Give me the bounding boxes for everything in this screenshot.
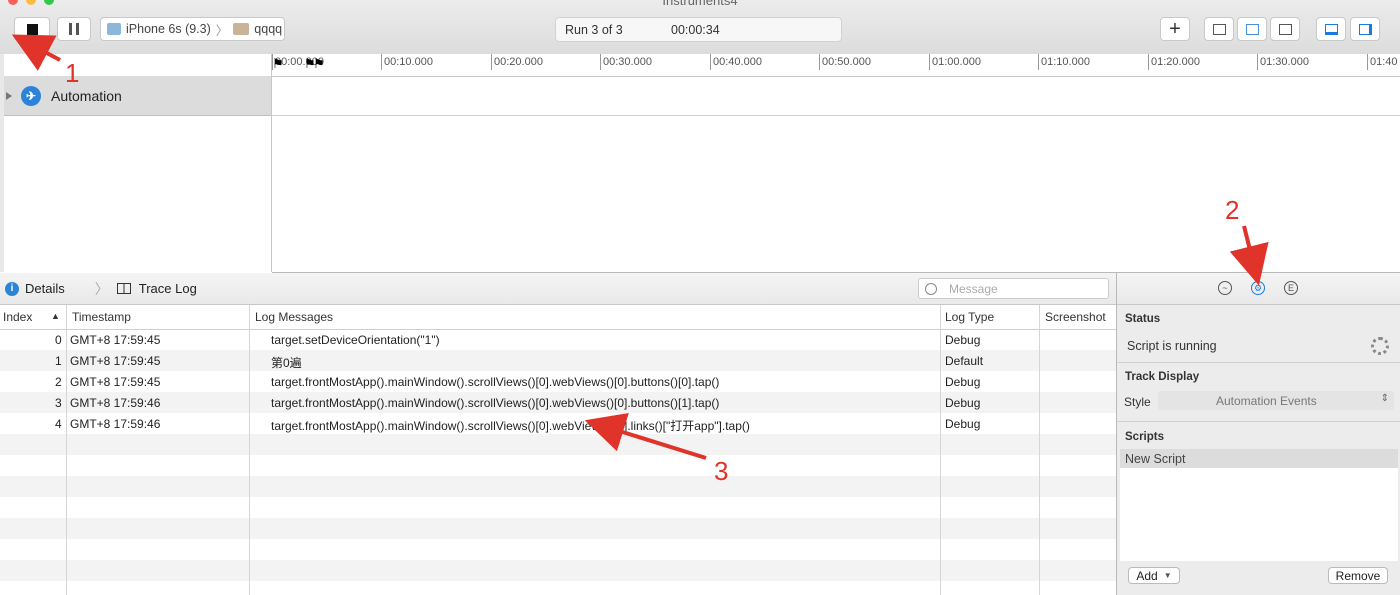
annotation-arrow-1 [11, 34, 61, 71]
annotation-label-2: 2 [1225, 195, 1240, 225]
annotation-overlay [11, 34, 1269, 460]
instruments-window: Instruments4 iPhone 6s (9.3) 〉 qqqq Run … [0, 0, 1400, 595]
annotation-label-3: 3 [714, 456, 729, 486]
annotation-label-1: 1 [65, 58, 80, 88]
annotation-arrow-2 [1229, 225, 1269, 286]
annotation-arrow-3 [584, 413, 707, 460]
